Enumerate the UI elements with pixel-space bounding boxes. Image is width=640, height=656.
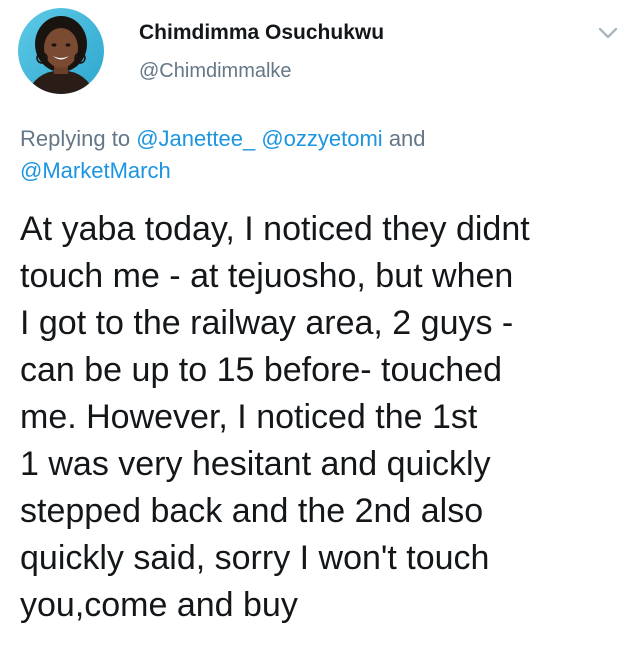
mention-link[interactable]: @ozzyetomi — [261, 126, 382, 151]
author-handle[interactable]: @Chimdimmalke — [139, 60, 292, 83]
tweet-card: Chimdimma Osuchukwu @Chimdimmalke Replyi… — [0, 0, 640, 656]
replying-conjunction: and — [388, 126, 426, 151]
author-name[interactable]: Chimdimma Osuchukwu — [139, 21, 384, 45]
avatar[interactable] — [18, 8, 104, 94]
replying-label: Replying to — [20, 126, 131, 151]
replying-to: Replying to @Janettee_ @ozzyetomi and @M… — [20, 123, 620, 187]
chevron-down-icon[interactable] — [596, 24, 620, 42]
mention-link[interactable]: @Janettee_ — [136, 126, 255, 151]
tweet-text: At yaba today, I noticed they didnt touc… — [20, 210, 530, 624]
mention-link[interactable]: @MarketMarch — [20, 158, 171, 183]
